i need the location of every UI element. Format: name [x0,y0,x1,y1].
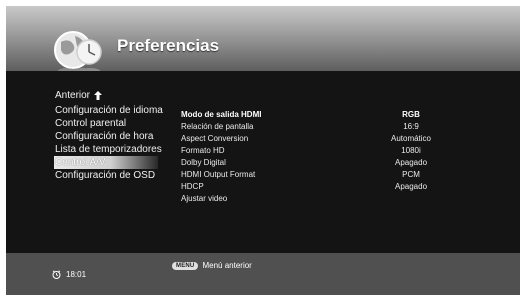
setting-row-adjust-video[interactable]: Ajustar video [181,193,461,205]
setting-label: Dolby Digital [181,158,226,167]
setting-value: RGB [402,110,420,119]
setting-row-aspect-ratio[interactable]: Relación de pantalla 16:9 [181,121,461,133]
setting-value: Apagado [394,158,428,167]
setting-label: HDMI Output Format [181,170,256,179]
header-bar: Preferencias [6,6,520,77]
setting-label: Aspect Conversion [181,134,249,143]
footer-bar: MENU Menú anterior 18:01 [6,253,520,295]
main-panel: Anterior Configuración de idioma Control… [6,71,520,253]
setting-label: HDCP [181,182,204,191]
setting-row-aspect-conversion[interactable]: Aspect Conversion Automático [181,133,461,145]
current-time: 18:01 [66,270,87,279]
setting-row-hdcp[interactable]: HDCP Apagado [181,181,461,193]
osd-screen: Preferencias Anterior Configuración de i… [6,6,520,295]
page-title: Preferencias [117,36,220,55]
setting-label: Formato HD [181,146,225,155]
setting-row-hd-format[interactable]: Formato HD 1080i [181,145,461,157]
setting-row-hdmi-output-format[interactable]: HDMI Output Format PCM [181,169,461,181]
clock: 18:01 [52,270,86,279]
av-settings-list: Modo de salida HDMI RGB Relación de pant… [181,109,461,205]
arrow-up-icon [94,91,103,100]
setting-row-dolby-digital[interactable]: Dolby Digital Apagado [181,157,461,169]
setting-label: Modo de salida HDMI [181,110,262,119]
setting-value: 16:9 [403,122,419,131]
setting-label: Ajustar video [181,194,228,203]
setting-row-hdmi-output-mode[interactable]: Modo de salida HDMI RGB [181,109,461,121]
menu-item-av-control[interactable]: Control A/V [54,156,158,169]
menu-hint: MENU Menú anterior [172,261,252,270]
setting-value: Apagado [394,182,428,191]
menu-hint-label: Menú anterior [202,261,252,270]
setting-value: 1080i [401,146,421,155]
setting-value: Automático [390,134,432,143]
setting-value: PCM [402,170,420,179]
menu-key-icon: MENU [172,261,199,270]
back-label: Anterior [55,90,91,101]
back-button[interactable]: Anterior [54,89,214,102]
setting-label: Relación de pantalla [181,122,254,131]
clock-icon [52,270,61,279]
